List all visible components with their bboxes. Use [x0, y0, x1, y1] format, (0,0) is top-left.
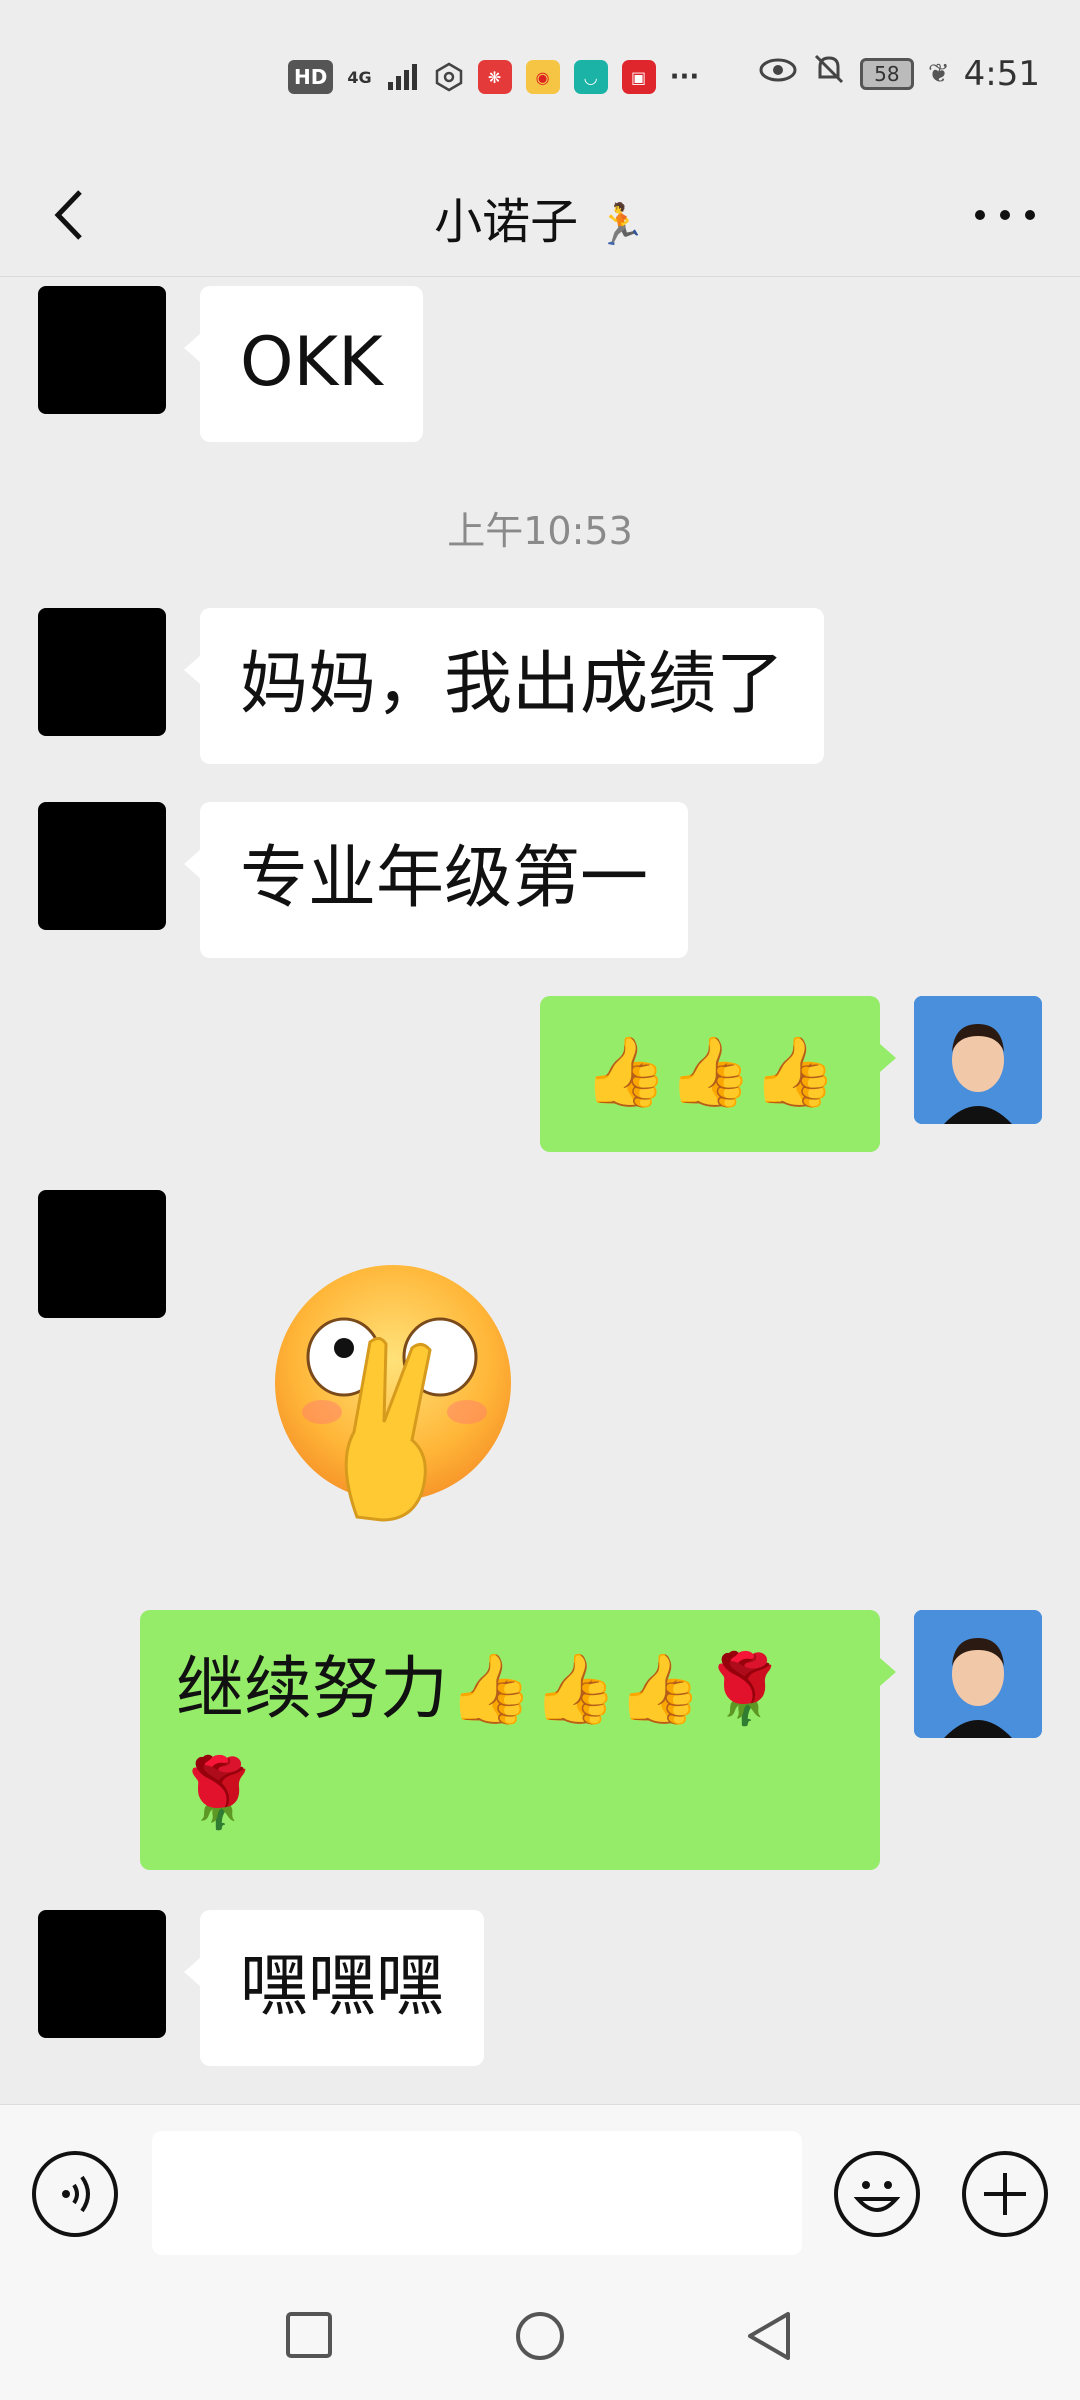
profile-photo — [914, 996, 1042, 1124]
chat-input-bar — [0, 2104, 1080, 2281]
outgoing-message-bubble[interactable]: 👍👍👍 — [540, 996, 896, 1152]
message-text-line2: 🌹 — [176, 1754, 261, 1833]
message-text-line1: 继续努力👍👍👍🌹 — [176, 1650, 787, 1729]
app-red-icon: ❋ — [477, 60, 512, 94]
more-dots-icon — [975, 210, 1035, 220]
message-timestamp: 上午10:53 — [447, 509, 633, 553]
system-nav-bar — [0, 2280, 1080, 2400]
network-4g-icon: 4G — [347, 67, 372, 87]
incoming-message-bubble[interactable]: OKK — [184, 286, 423, 442]
home-circle-icon[interactable] — [514, 2310, 566, 2362]
clock-time: 4:51 — [963, 53, 1040, 94]
bell-off-icon — [812, 52, 846, 95]
message-input[interactable] — [152, 2131, 802, 2255]
incoming-message-bubble[interactable]: 妈妈，我出成绩了 — [183, 608, 825, 764]
message-text: 👍👍👍 — [582, 1033, 837, 1112]
outgoing-message-bubble[interactable]: 继续努力👍👍👍🌹 🌹 — [140, 1610, 896, 1870]
contact-name: 小诺子 — [434, 194, 579, 250]
plus-icon — [984, 2173, 1026, 2215]
recent-apps-square-icon[interactable] — [284, 2310, 336, 2362]
message-text: OKK — [240, 323, 383, 402]
more-button[interactable] — [970, 190, 1040, 240]
user-avatar[interactable] — [914, 996, 1042, 1124]
smiley-icon — [853, 2181, 901, 2212]
chat-title: 小诺子 🏃 — [0, 182, 1080, 252]
voice-input-button[interactable] — [32, 2151, 118, 2237]
voice-icon — [62, 2175, 90, 2213]
overflow-indicator: ··· — [669, 62, 700, 92]
eye-peace-sticker[interactable] — [262, 1262, 524, 1524]
user-avatar[interactable] — [914, 1610, 1042, 1738]
signal-icon — [386, 60, 420, 94]
leaf-icon: ❦ — [927, 58, 950, 89]
contact-avatar[interactable] — [38, 802, 166, 930]
status-bar: HD 4G ❋ ◉ ◡ ▣ ··· 58 ❦ 4:51 — [0, 0, 1080, 160]
status-left-icons: HD 4G ❋ ◉ ◡ ▣ ··· — [288, 60, 699, 94]
contact-avatar[interactable] — [38, 1190, 166, 1318]
status-right-icons: 58 ❦ 4:51 — [758, 52, 1040, 95]
battery-level: 58 — [859, 57, 914, 90]
app-red2-icon: ▣ — [621, 60, 656, 94]
contact-avatar[interactable] — [38, 1910, 166, 2038]
eye-icon — [758, 54, 798, 94]
contact-avatar[interactable] — [38, 286, 166, 414]
message-text: 妈妈，我出成绩了 — [240, 645, 785, 724]
hd-icon: HD — [288, 60, 334, 94]
app-teal-icon: ◡ — [573, 60, 608, 94]
message-text: 嘿嘿嘿 — [240, 1947, 445, 2026]
eye-peace-emoji-icon — [275, 1265, 511, 1522]
hexagon-icon — [434, 60, 464, 94]
incoming-message-bubble[interactable]: 专业年级第一 — [183, 802, 689, 958]
chat-header: 小诺子 🏃 — [0, 160, 1080, 277]
running-status-icon: 🏃 — [596, 202, 646, 248]
back-triangle-icon[interactable] — [744, 2310, 796, 2362]
emoji-button[interactable] — [834, 2151, 920, 2237]
profile-photo — [914, 1610, 1042, 1738]
weibo-icon: ◉ — [525, 60, 560, 94]
message-text: 专业年级第一 — [240, 839, 649, 918]
more-functions-button[interactable] — [962, 2151, 1048, 2237]
contact-avatar[interactable] — [38, 608, 166, 736]
incoming-message-bubble[interactable]: 嘿嘿嘿 — [183, 1910, 485, 2066]
